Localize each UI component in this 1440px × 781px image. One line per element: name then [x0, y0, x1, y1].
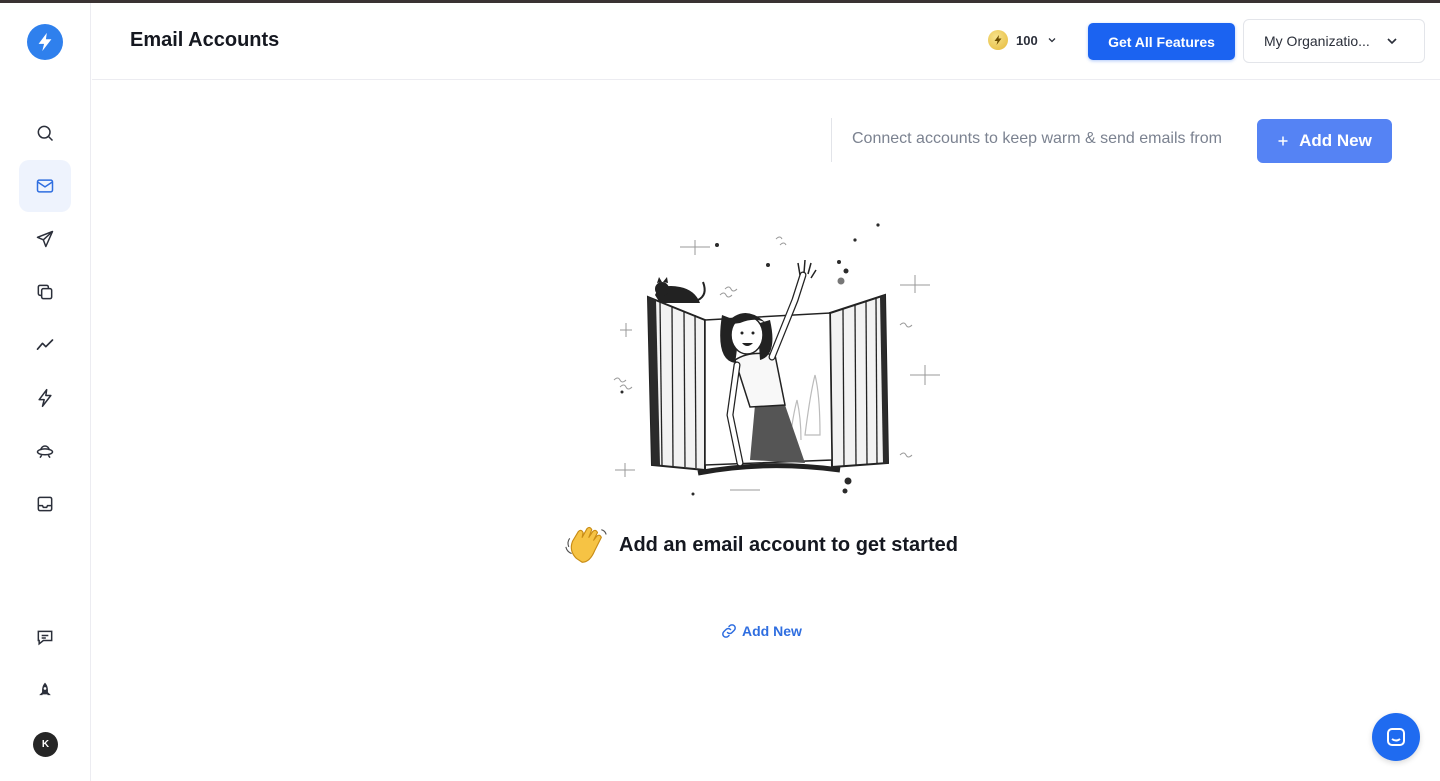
empty-state-illustration — [613, 223, 940, 496]
mail-icon — [36, 179, 54, 193]
add-new-link-label: Add New — [742, 623, 802, 639]
sidebar-item-ufo[interactable] — [19, 425, 71, 477]
organization-label: My Organizatio... — [1264, 33, 1370, 49]
chevron-down-icon — [1387, 38, 1397, 45]
app-logo[interactable] — [27, 24, 63, 60]
rocket-icon — [39, 682, 51, 696]
get-all-features-button[interactable]: Get All Features — [1088, 23, 1235, 60]
credits-count: 100 — [1016, 32, 1038, 48]
link-icon — [722, 624, 736, 638]
organization-select[interactable]: My Organizatio... — [1243, 19, 1425, 63]
sidebar-item-automations[interactable] — [19, 372, 71, 424]
sidebar-item-analytics[interactable] — [19, 319, 71, 371]
coin-icon — [988, 30, 1008, 50]
send-icon — [36, 230, 54, 248]
copy-icon — [37, 284, 53, 300]
user-avatar[interactable]: K — [33, 732, 58, 757]
bolt-icon — [38, 388, 52, 408]
top-header: Email Accounts 100 Get All Features My O… — [92, 3, 1440, 80]
add-new-button[interactable]: Add New — [1257, 119, 1392, 163]
connect-description: Connect accounts to keep warm & send ema… — [852, 130, 1222, 147]
credits-dropdown[interactable]: 100 — [988, 28, 1058, 52]
avatar-initial: K — [41, 739, 50, 750]
waving-hand-icon — [565, 526, 607, 563]
sidebar-item-inbox[interactable] — [19, 478, 71, 530]
sidebar-item-email-accounts[interactable] — [19, 160, 71, 212]
empty-state-message-row: Add an email account to get started — [563, 522, 958, 568]
plus-icon — [1278, 136, 1288, 146]
sidebar-item-search[interactable] — [19, 107, 71, 159]
chevron-down-icon — [1048, 38, 1056, 43]
inbox-icon — [37, 496, 53, 512]
sidebar-item-templates[interactable] — [19, 266, 71, 318]
sidebar: K — [0, 3, 91, 781]
page-title: Email Accounts — [130, 29, 280, 51]
add-new-link[interactable]: Add New — [720, 622, 802, 640]
empty-state-message: Add an email account to get started — [619, 533, 958, 556]
ufo-icon — [36, 445, 54, 459]
toolbar-divider — [831, 118, 832, 162]
search-icon — [37, 125, 54, 142]
sidebar-item-rocket[interactable] — [19, 665, 71, 717]
chat-support-button[interactable] — [1372, 713, 1420, 761]
feedback-icon — [37, 630, 53, 646]
lightning-logo-icon — [38, 32, 52, 52]
chat-icon — [1387, 728, 1405, 746]
analytics-icon — [36, 339, 54, 350]
sidebar-item-feedback[interactable] — [19, 612, 71, 664]
sidebar-item-campaigns[interactable] — [19, 213, 71, 265]
add-new-label: Add New — [1299, 131, 1372, 150]
